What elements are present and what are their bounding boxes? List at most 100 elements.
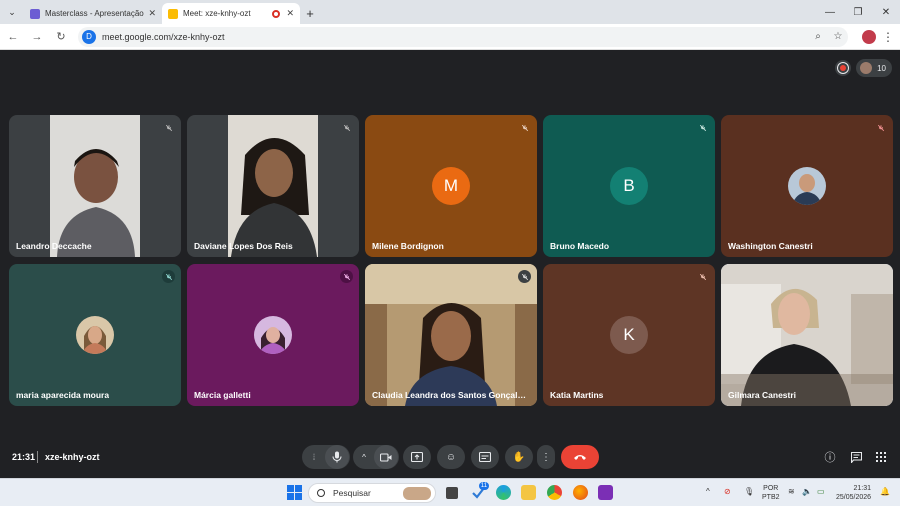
tab-masterclass[interactable]: Masterclass - Apresentação ✕ — [24, 3, 162, 24]
windows-start-icon[interactable] — [287, 485, 302, 500]
audio-settings-icon[interactable]: ⦙ — [303, 452, 325, 463]
participant-tile[interactable]: B Bruno Macedo — [543, 115, 715, 257]
tab-title: Masterclass - Apresentação — [45, 9, 144, 18]
search-highlight-image — [403, 487, 431, 500]
site-info-icon[interactable]: D — [82, 29, 96, 44]
restore-icon[interactable]: ❐ — [844, 0, 872, 24]
file-explorer-icon[interactable] — [521, 485, 536, 500]
participant-tile[interactable]: Claudia Leandra dos Santos Gonçalves — [365, 264, 537, 406]
show-hidden-icons-chevron-icon[interactable]: ^ — [706, 487, 710, 496]
mic-muted-icon — [518, 121, 531, 134]
activities-grid-icon[interactable] — [873, 449, 889, 465]
window-controls: — ❐ ✕ — [816, 0, 900, 24]
participant-tile[interactable]: Washington Canestri — [721, 115, 893, 257]
participants-button[interactable]: 10 — [856, 59, 892, 77]
emoji-icon: ☺ — [445, 451, 457, 463]
tab-meet[interactable]: Meet: xze-knhy-ozt ✕ — [162, 3, 300, 24]
hand-icon: ✋ — [512, 451, 526, 463]
participant-tile[interactable]: K Katia Martins — [543, 264, 715, 406]
participant-name: Milene Bordignon — [372, 241, 444, 251]
onenote-icon[interactable] — [598, 485, 613, 500]
profile-avatar[interactable] — [862, 29, 876, 44]
video-feed — [50, 115, 140, 257]
participant-tile[interactable]: maria aparecida moura — [9, 264, 181, 406]
omnibox[interactable]: D meet.google.com/xze-knhy-ozt ⌕ ☆ — [78, 26, 848, 47]
participant-tile[interactable]: Daviane Lopes Dos Reis — [187, 115, 359, 257]
input-language-indicator[interactable]: POR PTB2 — [762, 484, 780, 502]
participant-initial-avatar: M — [432, 167, 470, 205]
chat-icon[interactable] — [848, 449, 864, 465]
participant-name: Washington Canestri — [728, 241, 813, 251]
captions-icon — [479, 452, 491, 462]
microphone-tray-icon[interactable]: 🎙 — [744, 487, 754, 496]
reactions-button[interactable]: ☺ — [437, 445, 465, 469]
participant-tile-active[interactable]: Gilmara Canestri — [721, 264, 893, 406]
clock-date: 25/05/2026 — [836, 494, 872, 501]
microphone-button[interactable] — [325, 445, 349, 469]
url-text[interactable]: meet.google.com/xze-knhy-ozt — [102, 32, 808, 42]
close-tab-icon[interactable]: ✕ — [286, 8, 294, 19]
battery-icon[interactable]: ▭ — [817, 487, 825, 496]
system-clock[interactable]: 21:31 25/05/2026 — [836, 484, 871, 502]
video-options-chevron-icon[interactable]: ^ — [354, 453, 374, 462]
present-screen-button[interactable] — [403, 445, 431, 469]
mic-muted-icon — [340, 121, 353, 134]
meeting-details-icon[interactable]: ⓘ — [822, 449, 838, 465]
reload-icon[interactable]: ↻ — [50, 26, 72, 48]
close-tab-icon[interactable]: ✕ — [148, 8, 156, 19]
edge-browser-icon[interactable] — [496, 485, 511, 500]
security-alert-icon[interactable]: ⊘ — [724, 487, 731, 496]
participant-initial-avatar: B — [610, 167, 648, 205]
tab-title: Meet: xze-knhy-ozt — [183, 9, 251, 18]
participant-tile[interactable]: Leandro Deccache — [9, 115, 181, 257]
meet-stage: 10 Leandro Deccache Daviane Lopes Dos Re… — [0, 50, 900, 478]
tab-search-chevron-icon[interactable]: ⌄ — [0, 0, 24, 24]
participant-photo-avatar — [76, 316, 114, 354]
recording-indicator-icon[interactable] — [835, 60, 851, 76]
language-code: POR — [763, 485, 779, 492]
mic-muted-icon — [340, 270, 353, 283]
meeting-code: xze-knhy-ozt — [45, 452, 100, 462]
mic-muted-icon — [162, 270, 175, 283]
keyboard-layout: PTB2 — [762, 494, 780, 501]
participant-name: Gilmara Canestri — [728, 390, 797, 400]
minimize-icon[interactable]: — — [816, 0, 844, 24]
browser-menu-icon[interactable]: ⋮ — [880, 30, 896, 44]
close-window-icon[interactable]: ✕ — [872, 0, 900, 24]
bookmark-star-icon[interactable]: ☆ — [828, 31, 848, 42]
forward-icon[interactable]: → — [26, 26, 48, 48]
more-options-button[interactable]: ⋮ — [537, 445, 555, 469]
windows-taskbar: Pesquisar 11 ^ ⊘ 🎙 POR PTB2 ≋ 🔈 ▭ 21:31 … — [0, 478, 900, 506]
browser-tab-bar: ⌄ Masterclass - Apresentação ✕ Meet: xze… — [0, 0, 900, 24]
zoom-search-icon[interactable]: ⌕ — [808, 31, 828, 42]
search-placeholder: Pesquisar — [333, 488, 371, 498]
mic-muted-icon — [518, 270, 531, 283]
firefox-icon[interactable] — [573, 485, 588, 500]
leave-call-button[interactable] — [561, 445, 599, 469]
task-view-icon[interactable] — [446, 487, 458, 499]
back-icon[interactable]: ← — [2, 26, 24, 48]
screen: ⌄ Masterclass - Apresentação ✕ Meet: xze… — [0, 0, 900, 506]
video-feed — [721, 264, 893, 406]
participant-avatar — [860, 62, 872, 74]
divider — [37, 451, 38, 463]
captions-button[interactable] — [471, 445, 499, 469]
mic-muted-icon — [696, 121, 709, 134]
audio-controls: ⦙ — [302, 445, 350, 469]
wifi-icon[interactable]: ≋ — [788, 487, 795, 496]
microphone-icon — [332, 451, 342, 463]
volume-icon[interactable]: 🔈 — [802, 487, 812, 496]
participant-count: 10 — [877, 63, 886, 73]
participant-tile[interactable]: M Milene Bordignon — [365, 115, 537, 257]
participant-tile[interactable]: Márcia galletti — [187, 264, 359, 406]
notification-badge: 11 — [479, 482, 489, 490]
taskbar-search-box[interactable]: Pesquisar — [308, 483, 436, 503]
meet-favicon-icon — [168, 8, 178, 19]
raise-hand-button[interactable]: ✋ — [505, 445, 533, 469]
participant-name: Bruno Macedo — [550, 241, 610, 251]
camera-button[interactable] — [374, 445, 398, 469]
chrome-icon[interactable] — [547, 485, 562, 500]
participant-photo-avatar — [788, 167, 826, 205]
new-tab-button[interactable]: + — [300, 3, 320, 24]
notifications-bell-icon[interactable]: 🔔 — [880, 487, 890, 496]
